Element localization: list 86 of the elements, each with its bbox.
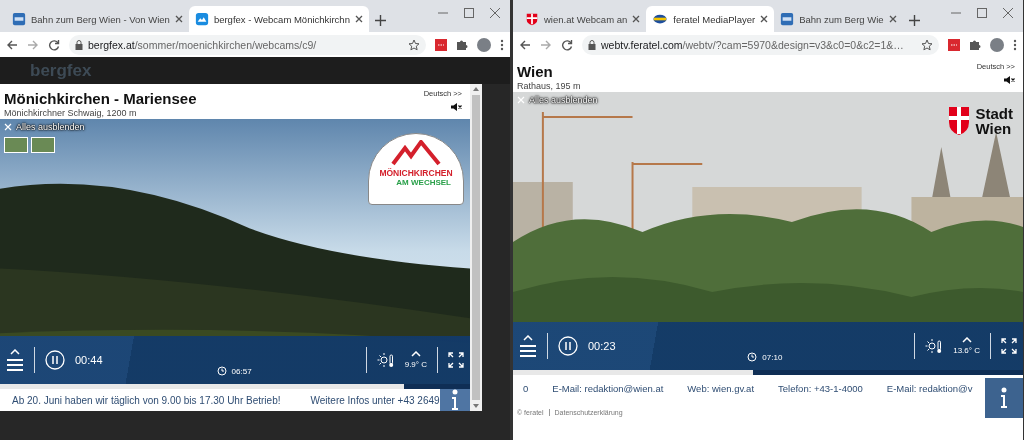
close-icon[interactable]: [1003, 8, 1013, 18]
shield-icon: [525, 12, 539, 26]
bookmark-star-icon[interactable]: [408, 38, 420, 51]
pause-icon[interactable]: [45, 350, 65, 370]
info-icon: [1000, 387, 1008, 409]
close-icon: [517, 96, 525, 104]
info-button[interactable]: [985, 378, 1023, 418]
close-icon: [4, 123, 12, 131]
favicon-icon: [652, 12, 669, 26]
webcam-location: Mönichkirchner Schwaig, 1200 m: [4, 108, 138, 118]
bookmark-star-icon[interactable]: [921, 38, 933, 51]
weather-icon: [925, 338, 944, 354]
ticker-text: E-Mail: redaktion@v: [886, 383, 973, 394]
extension-icon[interactable]: [435, 38, 447, 51]
webcam-title: Mönichkirchen - Mariensee: [4, 90, 197, 107]
progress-track[interactable]: [513, 370, 1023, 375]
reload-icon[interactable]: [561, 38, 573, 51]
browser-tab[interactable]: wien.at Webcam an: [519, 6, 647, 32]
scroll-up-icon[interactable]: [473, 87, 479, 91]
browser-tab[interactable]: Bahn zum Berg Wie: [774, 6, 903, 32]
thumbnail[interactable]: [4, 137, 28, 153]
lock-icon: [75, 39, 83, 50]
more-icon[interactable]: [1013, 38, 1017, 51]
city-logo: Stadt Wien: [947, 106, 1013, 136]
clock-icon: [747, 352, 758, 362]
new-tab-icon[interactable]: [374, 15, 386, 26]
reload-icon[interactable]: [48, 38, 60, 51]
browser-tab[interactable]: bergfex - Webcam Mönichkirchn: [188, 6, 369, 32]
new-tab-icon[interactable]: [908, 15, 920, 26]
back-icon[interactable]: [519, 38, 531, 51]
fullscreen-icon[interactable]: [448, 352, 464, 368]
tab-close-icon[interactable]: [174, 15, 183, 23]
info-button[interactable]: [440, 389, 470, 411]
ticker-text: Telefon: +43-1-4000: [778, 383, 863, 394]
profile-avatar[interactable]: [990, 37, 1004, 52]
browser-tab[interactable]: Bahn zum Berg Wien - Von Wien: [6, 6, 189, 32]
tab-close-icon[interactable]: [354, 15, 363, 23]
info-icon: [451, 389, 459, 411]
chevron-up-icon: [10, 348, 20, 355]
fullscreen-icon[interactable]: [1001, 338, 1017, 354]
ticker-text: E-Mail: redaktion@wien.at: [552, 383, 664, 394]
favicon-icon: [12, 12, 26, 26]
temperature: 13.6° C: [953, 346, 980, 355]
thumbnail[interactable]: [31, 137, 55, 153]
puzzle-icon[interactable]: [969, 38, 981, 51]
webcam-title: Wien: [517, 63, 554, 80]
chevron-up-icon: [410, 351, 421, 357]
chevron-up-icon: [523, 334, 533, 341]
chevron-up-icon: [961, 337, 972, 343]
browser-tab[interactable]: feratel MediaPlayer: [646, 6, 775, 32]
ticker-text: Weitere Infos unter +43 2649: [310, 394, 440, 406]
clock-time: 06:57: [231, 366, 252, 376]
hide-all-button[interactable]: Alles ausblenden: [517, 95, 598, 105]
back-icon[interactable]: [6, 38, 18, 51]
ticker-text: Ab 20. Juni haben wir täglich von 9.00 bis 17.30 Uhr Betrieb!: [12, 394, 281, 406]
favicon-icon: [194, 12, 209, 26]
clock-icon: [216, 366, 227, 376]
favicon-icon: [780, 12, 795, 26]
elapsed-time: 00:23: [588, 340, 616, 352]
menu-icon[interactable]: [519, 343, 537, 358]
maximize-icon[interactable]: [464, 8, 474, 18]
pause-icon[interactable]: [558, 336, 578, 356]
more-icon[interactable]: [500, 38, 504, 51]
ticker-text: 0: [523, 383, 529, 394]
address-bar[interactable]: bergfex.at/sommer/moenichkirchen/webcams/c9/: [69, 34, 426, 55]
tab-close-icon[interactable]: [888, 15, 897, 23]
scroll-down-icon[interactable]: [473, 404, 479, 408]
maximize-icon[interactable]: [977, 8, 987, 18]
tab-close-icon[interactable]: [632, 15, 641, 23]
mute-icon[interactable]: [450, 102, 462, 112]
ticker-text: Web: wien.gv.at: [687, 383, 755, 394]
clock-time: 07:10: [762, 352, 783, 362]
elapsed-time: 00:44: [75, 354, 103, 366]
webcam-location: Rathaus, 195 m: [517, 81, 581, 91]
extension-icon[interactable]: [948, 38, 960, 51]
close-icon[interactable]: [490, 8, 500, 18]
weather-icon: [376, 352, 395, 368]
profile-avatar[interactable]: [477, 37, 491, 52]
temperature: 9.9° C: [404, 360, 427, 369]
scrollbar[interactable]: [470, 84, 482, 411]
tab-close-icon[interactable]: [760, 15, 769, 23]
mute-icon[interactable]: [1003, 75, 1015, 85]
puzzle-icon[interactable]: [456, 38, 468, 51]
address-bar[interactable]: webtv.feratel.com/webtv/?cam=5970&design=v3&c0=0&c2=1&…: [582, 34, 939, 55]
menu-icon[interactable]: [6, 357, 24, 372]
lock-icon: [588, 39, 596, 50]
